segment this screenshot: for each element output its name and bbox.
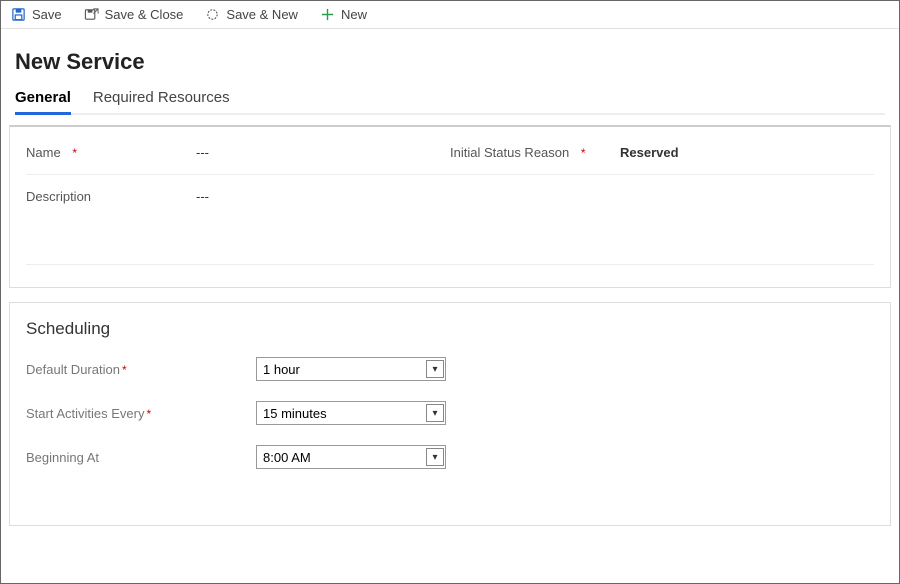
beginning-at-select[interactable]: ▾ xyxy=(256,445,446,469)
row-default-duration: Default Duration* ▾ xyxy=(26,357,874,381)
row-name-status: Name * --- Initial Status Reason * Reser… xyxy=(26,131,874,175)
default-duration-select[interactable]: ▾ xyxy=(256,357,446,381)
start-every-label: Start Activities Every* xyxy=(26,406,256,421)
save-close-icon xyxy=(84,7,99,22)
tab-required-resources[interactable]: Required Resources xyxy=(93,89,230,115)
required-marker: * xyxy=(122,363,127,377)
form-card: Name * --- Initial Status Reason * Reser… xyxy=(9,125,891,288)
new-button[interactable]: New xyxy=(320,7,367,22)
save-close-button[interactable]: Save & Close xyxy=(84,7,184,22)
start-every-input[interactable] xyxy=(256,401,446,425)
field-initial-status: Initial Status Reason * Reserved xyxy=(450,145,874,160)
header: New Service General Required Resources xyxy=(1,29,899,115)
row-start-every: Start Activities Every* ▾ xyxy=(26,401,874,425)
field-name: Name * --- xyxy=(26,145,450,160)
save-new-label: Save & New xyxy=(226,7,298,22)
save-new-button[interactable]: Save & New xyxy=(205,7,298,22)
field-description: Description --- xyxy=(26,189,450,204)
row-description: Description --- xyxy=(26,175,874,265)
status-label: Initial Status Reason * xyxy=(450,145,600,160)
page-title: New Service xyxy=(15,49,885,75)
name-value[interactable]: --- xyxy=(176,145,209,160)
required-marker: * xyxy=(581,146,586,160)
tab-general[interactable]: General xyxy=(15,89,71,115)
start-every-select[interactable]: ▾ xyxy=(256,401,446,425)
status-value[interactable]: Reserved xyxy=(600,145,679,160)
tabs: General Required Resources xyxy=(15,89,885,115)
default-duration-input[interactable] xyxy=(256,357,446,381)
name-label: Name * xyxy=(26,145,176,160)
beginning-at-label: Beginning At xyxy=(26,450,256,465)
scheduling-title: Scheduling xyxy=(26,319,874,339)
save-close-label: Save & Close xyxy=(105,7,184,22)
save-label: Save xyxy=(32,7,62,22)
new-label: New xyxy=(341,7,367,22)
toolbar: Save Save & Close Save & New New xyxy=(1,1,899,29)
required-marker: * xyxy=(146,407,151,421)
save-new-icon xyxy=(205,7,220,22)
save-button[interactable]: Save xyxy=(11,7,62,22)
plus-icon xyxy=(320,7,335,22)
row-beginning-at: Beginning At ▾ xyxy=(26,445,874,469)
beginning-at-input[interactable] xyxy=(256,445,446,469)
scheduling-card: Scheduling Default Duration* ▾ Start Act… xyxy=(9,302,891,526)
required-marker: * xyxy=(72,146,77,160)
description-label: Description xyxy=(26,189,176,204)
description-value[interactable]: --- xyxy=(176,189,209,204)
save-icon xyxy=(11,7,26,22)
default-duration-label: Default Duration* xyxy=(26,362,256,377)
